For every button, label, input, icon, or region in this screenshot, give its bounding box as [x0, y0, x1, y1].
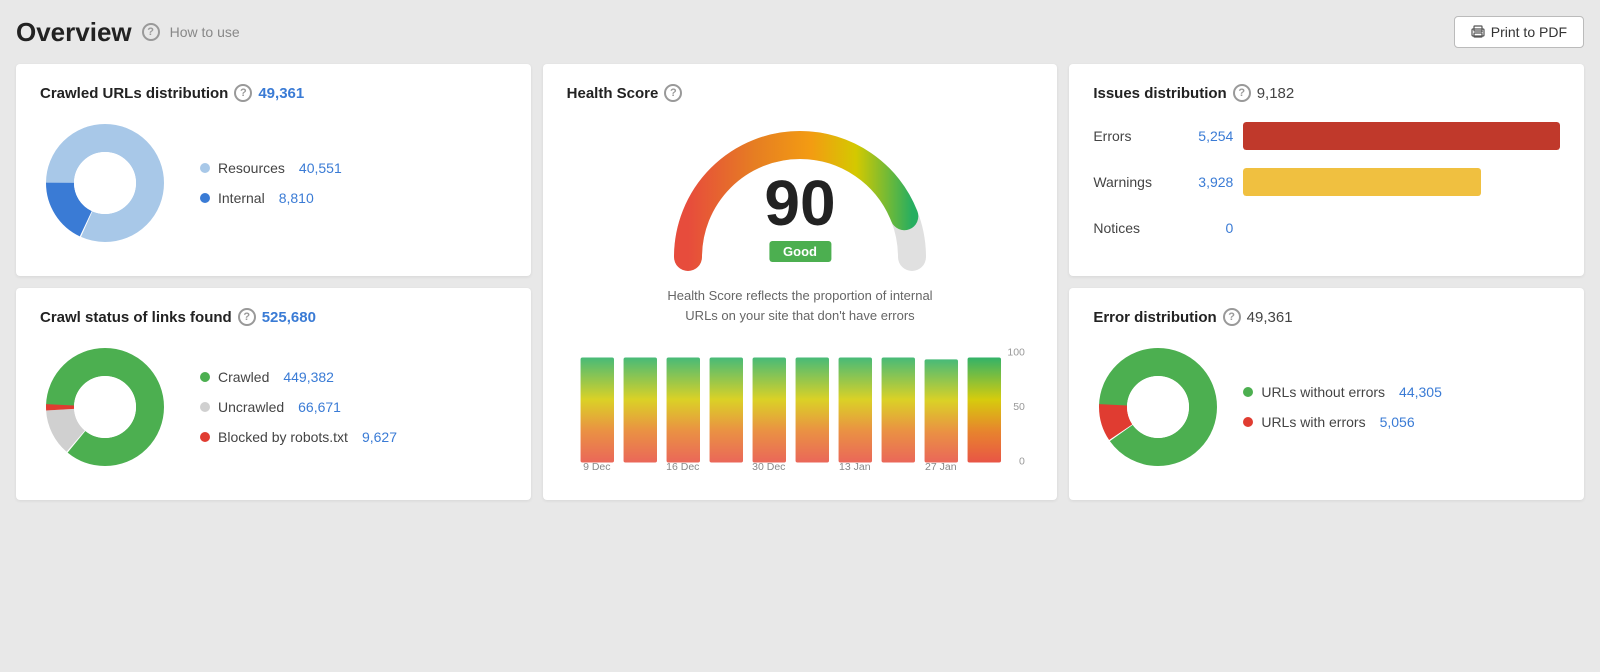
legend-resources: Resources 40,551: [200, 160, 342, 176]
svg-text:13 Jan: 13 Jan: [839, 461, 871, 473]
legend-internal: Internal 8,810: [200, 190, 342, 206]
notices-label: Notices: [1093, 220, 1173, 236]
page-header: Overview ? How to use Print to PDF: [16, 16, 1584, 48]
errors-bar-container: [1243, 122, 1560, 150]
uncrawled-value: 66,671: [298, 399, 341, 415]
legend-urls-no-errors: URLs without errors 44,305: [1243, 384, 1442, 400]
no-errors-dot: [1243, 387, 1253, 397]
health-score-title: Health Score ?: [567, 84, 683, 102]
notices-bar-container: [1243, 214, 1560, 242]
dashboard-grid: Crawled URLs distribution ? 49,361 Resou…: [16, 64, 1584, 500]
blocked-dot: [200, 432, 210, 442]
warnings-value: 3,928: [1183, 174, 1233, 190]
print-to-pdf-button[interactable]: Print to PDF: [1454, 16, 1584, 48]
internal-value: 8,810: [279, 190, 314, 206]
issues-rows: Errors 5,254 Warnings 3,928 Notices 0: [1093, 122, 1560, 242]
warnings-label: Warnings: [1093, 174, 1173, 190]
errors-bar: [1243, 122, 1560, 150]
with-errors-value: 5,056: [1380, 414, 1415, 430]
legend-uncrawled: Uncrawled 66,671: [200, 399, 397, 415]
print-label: Print to PDF: [1491, 24, 1567, 40]
svg-text:27 Jan: 27 Jan: [925, 461, 957, 473]
uncrawled-dot: [200, 402, 210, 412]
blocked-value: 9,627: [362, 429, 397, 445]
score-display: 90 Good: [764, 171, 835, 262]
resources-dot: [200, 163, 210, 173]
health-description: Health Score reflects the proportion of …: [650, 286, 950, 325]
how-to-use-link[interactable]: How to use: [170, 24, 240, 40]
crawled-urls-legend: Resources 40,551 Internal 8,810: [200, 160, 342, 206]
svg-text:100: 100: [1007, 347, 1025, 359]
crawl-status-legend: Crawled 449,382 Uncrawled 66,671 Blocked…: [200, 369, 397, 445]
warnings-bar: [1243, 168, 1481, 196]
crawled-urls-help-icon[interactable]: ?: [234, 84, 252, 102]
issues-distribution-card: Issues distribution ? 9,182 Errors 5,254…: [1069, 64, 1584, 276]
page-title: Overview: [16, 17, 132, 48]
crawled-urls-total: 49,361: [258, 85, 304, 102]
resources-value: 40,551: [299, 160, 342, 176]
svg-text:0: 0: [1019, 455, 1025, 467]
error-dist-title: Error distribution ? 49,361: [1093, 308, 1560, 326]
errors-value: 5,254: [1183, 128, 1233, 144]
svg-text:16 Dec: 16 Dec: [666, 461, 699, 473]
health-score-card: Health Score ?: [543, 64, 1058, 500]
crawl-status-chart-row: Crawled 449,382 Uncrawled 66,671 Blocked…: [40, 342, 507, 472]
crawled-urls-title: Crawled URLs distribution ? 49,361: [40, 84, 507, 102]
error-distribution-card: Error distribution ? 49,361 URLs without…: [1069, 288, 1584, 500]
with-errors-dot: [1243, 417, 1253, 427]
crawled-value: 449,382: [283, 369, 334, 385]
overview-help-icon[interactable]: ?: [142, 23, 160, 41]
crawl-status-donut: [40, 342, 170, 472]
no-errors-value: 44,305: [1399, 384, 1442, 400]
errors-label: Errors: [1093, 128, 1173, 144]
notices-row: Notices 0: [1093, 214, 1560, 242]
crawled-urls-card: Crawled URLs distribution ? 49,361 Resou…: [16, 64, 531, 276]
issues-title: Issues distribution ? 9,182: [1093, 84, 1560, 102]
issues-total: 9,182: [1257, 85, 1295, 102]
health-history-chart: 100 50 0: [567, 345, 1034, 480]
crawled-urls-donut: [40, 118, 170, 248]
svg-text:9 Dec: 9 Dec: [583, 461, 610, 473]
crawl-status-help-icon[interactable]: ?: [238, 308, 256, 326]
issues-help-icon[interactable]: ?: [1233, 84, 1251, 102]
legend-urls-with-errors: URLs with errors 5,056: [1243, 414, 1442, 430]
legend-blocked: Blocked by robots.txt 9,627: [200, 429, 397, 445]
warnings-bar-container: [1243, 168, 1560, 196]
health-gauge: 90 Good: [670, 122, 930, 272]
warnings-row: Warnings 3,928: [1093, 168, 1560, 196]
print-icon: [1471, 25, 1485, 39]
crawled-dot: [200, 372, 210, 382]
crawl-status-total: 525,680: [262, 309, 316, 326]
crawl-status-title: Crawl status of links found ? 525,680: [40, 308, 507, 326]
error-dist-help-icon[interactable]: ?: [1223, 308, 1241, 326]
title-area: Overview ? How to use: [16, 17, 240, 48]
crawled-urls-chart-row: Resources 40,551 Internal 8,810: [40, 118, 507, 248]
errors-row: Errors 5,254: [1093, 122, 1560, 150]
error-dist-legend: URLs without errors 44,305 URLs with err…: [1243, 384, 1442, 430]
notices-value: 0: [1183, 220, 1233, 236]
score-number: 90: [764, 171, 835, 235]
error-donut-row: URLs without errors 44,305 URLs with err…: [1093, 342, 1560, 472]
error-dist-donut: [1093, 342, 1223, 472]
crawl-status-card: Crawl status of links found ? 525,680: [16, 288, 531, 500]
health-score-help-icon[interactable]: ?: [664, 84, 682, 102]
internal-dot: [200, 193, 210, 203]
svg-text:50: 50: [1013, 401, 1025, 413]
score-badge: Good: [769, 241, 831, 262]
svg-text:30 Dec: 30 Dec: [752, 461, 785, 473]
error-dist-total: 49,361: [1247, 309, 1293, 326]
legend-crawled: Crawled 449,382: [200, 369, 397, 385]
